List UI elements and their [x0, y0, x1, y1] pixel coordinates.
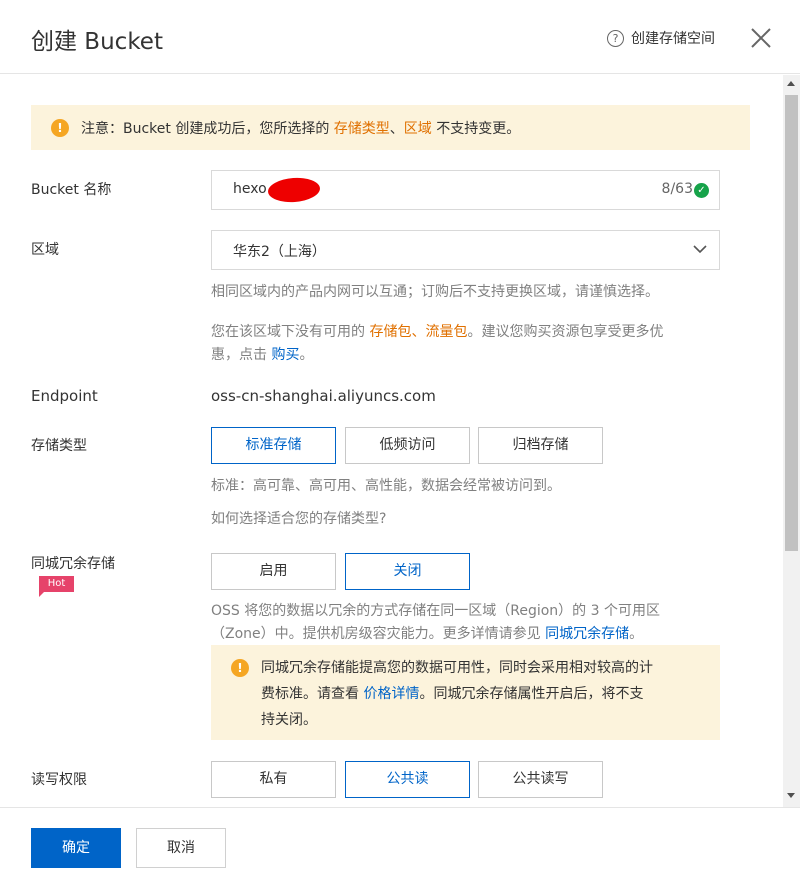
dialog-footer: 确定 取消: [0, 807, 800, 882]
zrs-warning-text: 同城冗余存储能提高您的数据可用性，同时会采用相对较高的计 费标准。请查看 价格详情…: [261, 660, 653, 728]
notice-link-region[interactable]: 区域: [404, 121, 432, 137]
region-select[interactable]: 华东2（上海）: [211, 230, 720, 270]
storage-class-label: 存储类型: [31, 438, 87, 454]
storage-class-description: 标准：高可靠、高可用、高性能，数据会经常被访问到。: [211, 478, 561, 494]
char-counter: 8/63: [661, 181, 693, 197]
chevron-down-icon: [691, 240, 709, 258]
acl-public-read[interactable]: 公共读: [345, 761, 470, 798]
acl-public-read-write[interactable]: 公共读写: [478, 761, 603, 798]
dialog-body: ! 注意：Bucket 创建成功后，您所选择的 存储类型、区域 不支持变更。 B…: [0, 75, 782, 807]
warning-icon: !: [231, 659, 249, 677]
storage-class-guide-link[interactable]: 如何选择适合您的存储类型?: [211, 508, 386, 531]
bucket-name-value: hexo: [233, 181, 267, 197]
check-circle-icon: ✓: [694, 183, 709, 198]
scrollbar-thumb[interactable]: [785, 95, 798, 551]
scroll-down-arrow-icon[interactable]: [787, 793, 795, 798]
region-package-text: 您在该区域下没有可用的 存储包、流量包。建议您购买资源包享受更多优 惠，点击 购买…: [211, 324, 664, 363]
confirm-button[interactable]: 确定: [31, 828, 121, 868]
zrs-doc-link[interactable]: 同城冗余存储: [545, 626, 629, 642]
question-circle-icon: ?: [607, 29, 624, 47]
notice-link-storage-class[interactable]: 存储类型: [334, 121, 390, 137]
scroll-up-arrow-icon[interactable]: [787, 81, 795, 86]
region-value: 华东2（上海）: [233, 244, 326, 260]
vertical-scrollbar[interactable]: [783, 75, 800, 807]
bucket-name-input[interactable]: hexo 8/63 ✓: [211, 170, 720, 210]
pricing-link[interactable]: 价格详情: [363, 686, 419, 702]
storage-class-ia[interactable]: 低频访问: [345, 427, 470, 464]
hot-badge: Hot: [39, 576, 74, 592]
zrs-warning-box: ! 同城冗余存储能提高您的数据可用性，同时会采用相对较高的计 费标准。请查看 价格…: [211, 645, 720, 740]
package-link[interactable]: 存储包、流量包: [369, 324, 467, 340]
close-icon[interactable]: [748, 25, 774, 51]
notice-banner: ! 注意：Bucket 创建成功后，您所选择的 存储类型、区域 不支持变更。: [31, 105, 750, 150]
zrs-disable[interactable]: 关闭: [345, 553, 470, 590]
zrs-label: 同城冗余存储: [31, 556, 115, 572]
create-bucket-help-link[interactable]: ? 创建存储空间: [607, 28, 715, 48]
help-link-label: 创建存储空间: [631, 31, 715, 47]
acl-label: 读写权限: [31, 772, 87, 788]
endpoint-value: oss-cn-shanghai.aliyuncs.com: [211, 387, 436, 405]
redaction-mark: [267, 176, 321, 204]
region-help-text: 相同区域内的产品内网可以互通；订购后不支持更换区域，请谨慎选择。: [211, 284, 659, 300]
hot-badge-tail: [39, 592, 44, 597]
acl-private[interactable]: 私有: [211, 761, 336, 798]
endpoint-label: Endpoint: [31, 387, 98, 405]
dialog-title: 创建 Bucket: [31, 29, 163, 55]
dialog-header: 创建 Bucket ? 创建存储空间: [0, 0, 800, 74]
cancel-button[interactable]: 取消: [136, 828, 226, 868]
warning-icon: !: [51, 118, 69, 137]
region-label: 区域: [31, 242, 59, 258]
buy-link[interactable]: 购买: [271, 347, 299, 363]
zrs-enable[interactable]: 启用: [211, 553, 336, 590]
storage-class-standard[interactable]: 标准存储: [211, 427, 336, 464]
storage-class-archive[interactable]: 归档存储: [478, 427, 603, 464]
notice-text: 注意：Bucket 创建成功后，您所选择的 存储类型、区域 不支持变更。: [81, 120, 521, 137]
zrs-description: OSS 将您的数据以冗余的方式存储在同一区域（Region）的 3 个可用区 （Z…: [211, 603, 660, 642]
bucket-name-label: Bucket 名称: [31, 182, 112, 198]
